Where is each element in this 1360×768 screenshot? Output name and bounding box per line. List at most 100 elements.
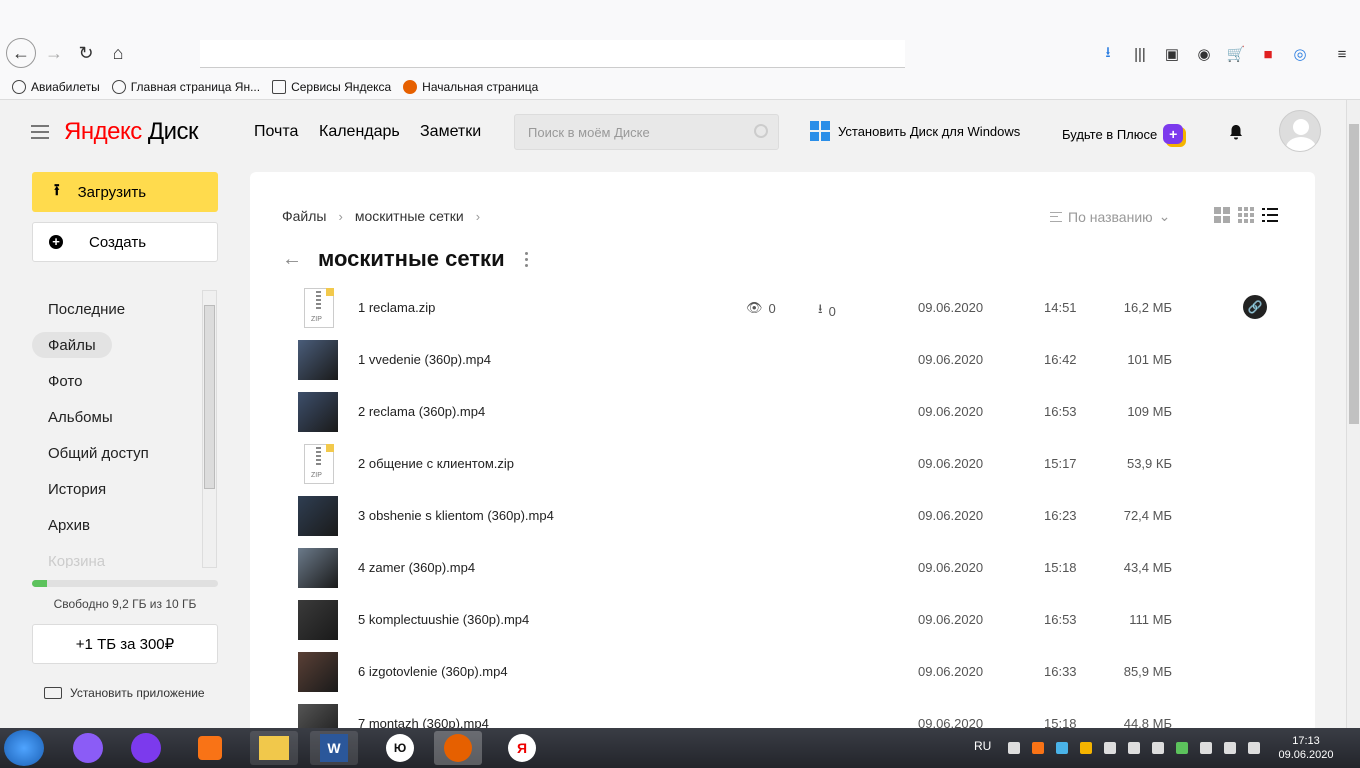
downloads-count: ⭳ 0 [818, 300, 836, 322]
sidebar-item-trash[interactable]: Корзина [32, 548, 121, 568]
sidebar-item-recent[interactable]: Последние [32, 296, 141, 322]
nav-mail[interactable]: Почта [254, 123, 298, 141]
start-button[interactable] [4, 730, 44, 766]
upload-icon: ⭱ [54, 181, 60, 199]
file-name: 5 komplectuushie (360p).mp4 [358, 612, 530, 627]
bell-icon[interactable] [1228, 124, 1244, 140]
tray-icon[interactable] [1008, 742, 1020, 754]
plus-link[interactable]: Будьте в Плюсе + [1062, 124, 1184, 144]
table-row[interactable]: 1 reclama.zip 👁0 ⭳0 09.06.2020 14:51 16,2 МБ 🔗 [282, 282, 1282, 334]
logo[interactable]: Яндекс Диск [64, 118, 199, 146]
language-indicator[interactable]: RU [974, 739, 991, 753]
scrollbar-thumb[interactable] [204, 305, 215, 489]
firefox-icon[interactable] [434, 731, 482, 765]
sidebar-item-albums[interactable]: Альбомы [32, 404, 129, 430]
bookmark-item[interactable]: Сервисы Яндекса [272, 80, 391, 94]
tray-icon[interactable] [1056, 742, 1068, 754]
hamburger-menu-icon[interactable] [31, 125, 49, 139]
tray-icon[interactable] [1080, 742, 1092, 754]
file-time: 16:23 [1044, 508, 1077, 523]
sidebar-item-photo[interactable]: Фото [32, 368, 98, 394]
library-icon[interactable]: ||| [1130, 44, 1150, 64]
bookmark-item[interactable]: Авиабилеты [12, 80, 100, 94]
upgrade-button[interactable]: +1 ТБ за 300₽ [32, 624, 218, 664]
page-scrollbar[interactable] [1346, 100, 1360, 728]
view-list-icon[interactable] [1262, 207, 1278, 223]
downloads-icon[interactable]: ⭳ [1098, 44, 1118, 64]
page: Яндекс Диск Почта Календарь Заметки Поис… [0, 100, 1360, 742]
tray-icon[interactable] [1200, 742, 1212, 754]
tray-icon[interactable] [1176, 742, 1188, 754]
create-button[interactable]: + Создать [32, 222, 218, 262]
word-icon[interactable]: W [310, 731, 358, 765]
more-icon[interactable] [524, 251, 528, 267]
view-small-icons-icon[interactable] [1238, 207, 1254, 223]
view-large-icons-icon[interactable] [1214, 207, 1230, 223]
yu-app-icon[interactable]: Ю [376, 731, 424, 765]
table-row[interactable]: 5 komplectuushie (360p).mp4 09.06.2020 16:… [282, 594, 1282, 646]
file-time: 16:53 [1044, 612, 1077, 627]
table-row[interactable]: 3 obshenie s klientom (360p).mp4 09.06.20… [282, 490, 1282, 542]
address-bar[interactable] [200, 40, 905, 68]
video-thumbnail [298, 548, 338, 588]
back-arrow-icon[interactable]: ← [282, 248, 302, 271]
volume-icon[interactable] [1128, 742, 1140, 754]
search-icon[interactable] [754, 124, 768, 138]
table-row[interactable]: 2 reclama (360p).mp4 09.06.2020 16:53 109 М… [282, 386, 1282, 438]
table-row[interactable]: 4 zamer (360p).mp4 09.06.2020 15:18 43,4 МБ [282, 542, 1282, 594]
tray-icon[interactable] [1032, 742, 1044, 754]
table-row[interactable]: 1 vvedenie (360p).mp4 09.06.2020 16:42 101 … [282, 334, 1282, 386]
sidebar-item-history[interactable]: История [32, 476, 122, 502]
home-button[interactable]: ⌂ [104, 39, 132, 67]
scrollbar-thumb[interactable] [1349, 124, 1359, 424]
table-row[interactable]: 6 izgotovlenie (360p).mp4 09.06.2020 16:33… [282, 646, 1282, 698]
yandex-browser-icon[interactable]: Я [498, 731, 546, 765]
bookmark-item[interactable]: Начальная страница [403, 80, 538, 94]
sidebar-item-files[interactable]: Файлы [32, 332, 112, 358]
plus-icon: + [1163, 124, 1184, 144]
quota-bar [32, 580, 218, 587]
file-name: 6 izgotovlenie (360p).mp4 [358, 664, 508, 679]
sidebar-item-shared[interactable]: Общий доступ [32, 440, 165, 466]
install-windows-link[interactable]: Установить Диск для Windows [810, 121, 1020, 141]
file-time: 15:17 [1044, 456, 1077, 471]
breadcrumb-folder[interactable]: москитные сетки [355, 208, 464, 224]
extension-icon[interactable]: ◎ [1290, 44, 1310, 64]
sidebar-nav: Последние Файлы Фото Альбомы Общий досту… [32, 296, 202, 568]
bookmark-item[interactable]: Главная страница Ян... [111, 80, 260, 94]
explorer-icon[interactable] [250, 731, 298, 765]
microphone-icon[interactable] [122, 731, 170, 765]
menu-icon[interactable]: ≡ [1332, 44, 1352, 64]
nav-notes[interactable]: Заметки [420, 123, 481, 141]
sort-dropdown[interactable]: По названию ⌄ [1050, 208, 1170, 225]
bookmark-flag-icon[interactable]: ■ [1258, 44, 1278, 64]
alice-icon[interactable] [64, 731, 112, 765]
file-date: 09.06.2020 [918, 404, 984, 419]
media-player-icon[interactable] [186, 731, 234, 765]
tray-icon[interactable] [1152, 742, 1164, 754]
link-icon[interactable]: 🔗 [1243, 295, 1267, 319]
upload-button[interactable]: ⭱ Загрузить [32, 172, 218, 212]
nav-calendar[interactable]: Календарь [319, 123, 400, 141]
search-input[interactable]: Поиск в моём Диске [514, 114, 779, 150]
avatar[interactable] [1279, 110, 1321, 152]
power-icon[interactable] [1248, 742, 1260, 754]
zip-file-icon [304, 288, 334, 328]
table-row[interactable]: 2 общение с клиентом.zip 09.06.2020 15:17 5… [282, 438, 1282, 490]
bluetooth-icon[interactable] [1104, 742, 1116, 754]
breadcrumb-files[interactable]: Файлы [282, 208, 326, 224]
browser-forward-button[interactable]: → [40, 39, 68, 67]
disk-header: Яндекс Диск Почта Календарь Заметки Поис… [0, 100, 1346, 164]
account-icon[interactable]: ◉ [1194, 44, 1214, 64]
file-size: 85,9 МБ [1123, 664, 1172, 679]
file-date: 09.06.2020 [918, 352, 984, 367]
network-icon[interactable] [1224, 742, 1236, 754]
sidebar-scrollbar[interactable] [202, 290, 217, 568]
clock[interactable]: 17:13 09.06.2020 [1276, 734, 1336, 762]
browser-back-button[interactable]: ← [6, 38, 36, 68]
sidebar-item-archive[interactable]: Архив [32, 512, 106, 538]
sidebar-icon[interactable]: ▣ [1162, 44, 1182, 64]
cart-icon[interactable]: 🛒 [1226, 44, 1246, 64]
install-app-link[interactable]: Установить приложение [44, 686, 205, 700]
reload-button[interactable]: ↻ [72, 39, 100, 67]
